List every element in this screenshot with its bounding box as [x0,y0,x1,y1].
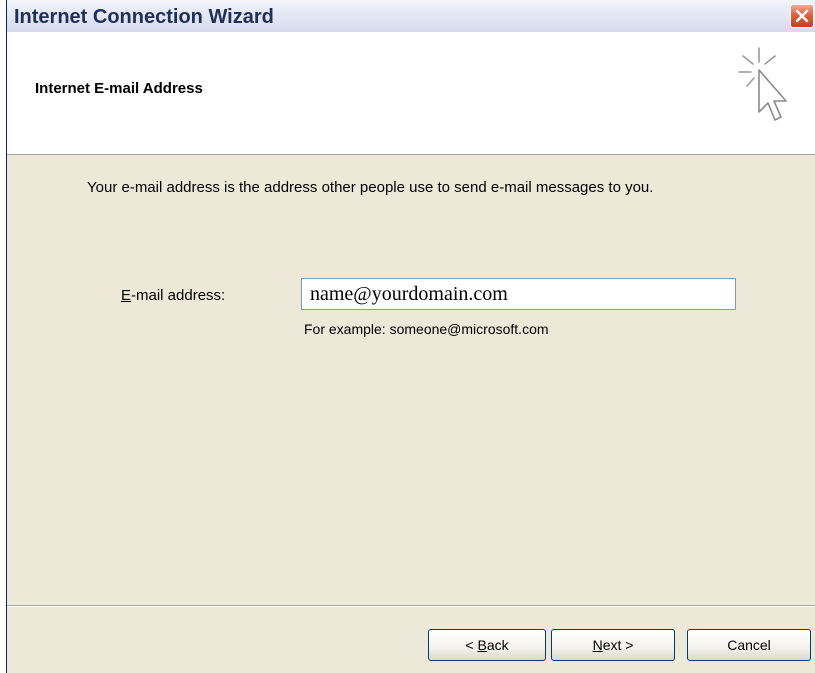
email-address-label: E-mail address: [121,287,225,304]
wizard-window: Internet Connection Wizard Internet E-ma… [6,0,815,673]
close-icon [795,9,809,23]
page-title: Internet E-mail Address [35,80,203,97]
wizard-cursor-sparkle-icon [738,47,787,121]
next-mnemonic: N [592,637,603,653]
email-label-text: -mail address: [131,287,226,304]
next-button[interactable]: Next > [551,629,675,661]
window-title: Internet Connection Wizard [14,6,274,28]
back-mnemonic: B [477,637,487,653]
cancel-button[interactable]: Cancel [687,629,811,661]
back-text: ack [486,637,509,653]
next-text: ext > [602,637,634,653]
email-address-input[interactable] [301,278,736,310]
email-label-mnemonic: E [121,287,132,304]
footer-separator [7,605,815,607]
wizard-header: Internet E-mail Address [7,32,815,155]
back-prefix: < [465,637,478,653]
email-example-hint: For example: someone@microsoft.com [304,321,549,337]
title-bar[interactable]: Internet Connection Wizard [7,0,815,33]
close-button[interactable] [790,4,814,28]
back-button[interactable]: < Back [428,629,546,661]
description-text: Your e-mail address is the address other… [87,179,654,196]
